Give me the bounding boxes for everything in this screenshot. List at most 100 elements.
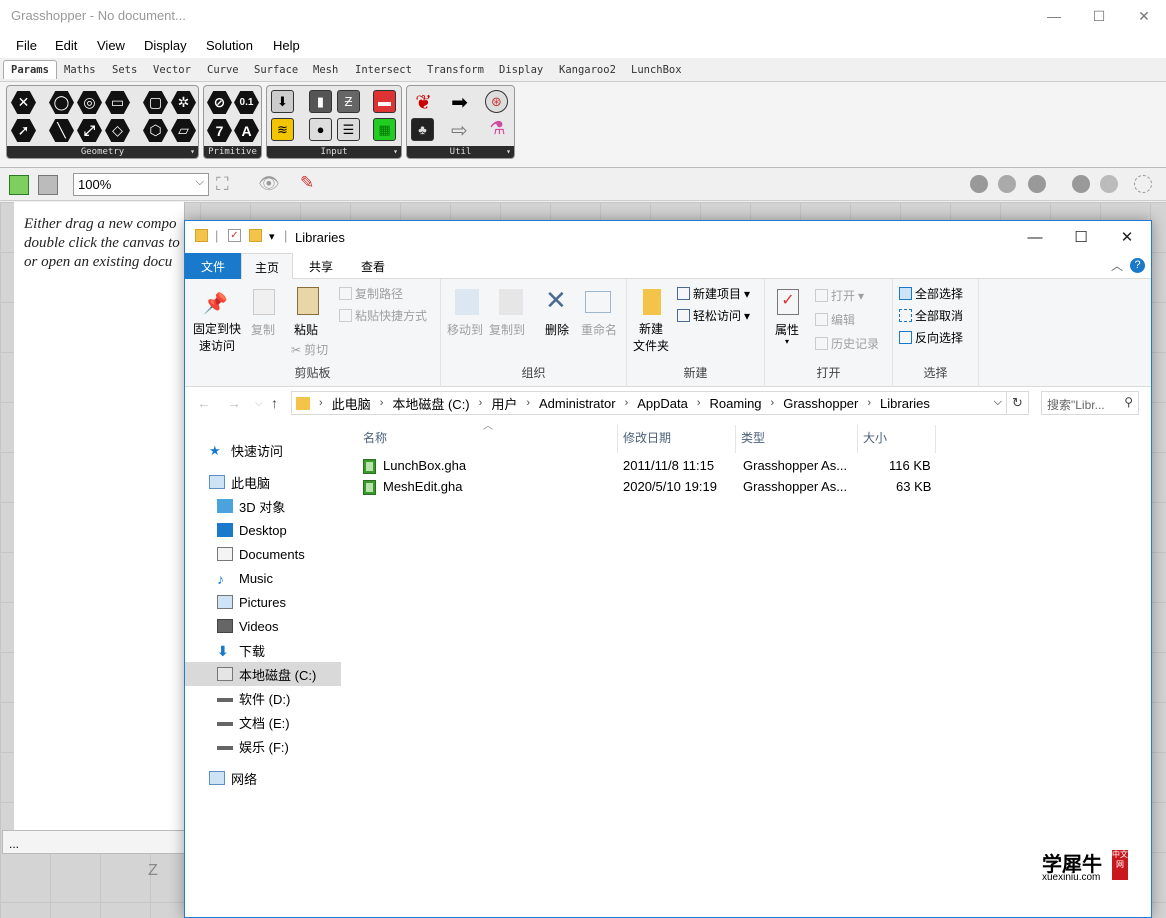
up-button[interactable]: ↑ — [271, 395, 278, 411]
nav-network[interactable]: 网络 — [209, 766, 365, 790]
select-none-button[interactable]: 全部取消 — [899, 307, 963, 324]
rectangle-param-icon[interactable]: ◇ — [105, 118, 130, 143]
mesh-param-icon[interactable]: ✲ — [171, 90, 196, 115]
menu-display[interactable]: Display — [144, 38, 187, 53]
column-date-modified[interactable]: 修改日期 — [623, 427, 671, 453]
boolean-param-icon[interactable]: ⊘ — [207, 90, 232, 115]
nav-local-disk-c[interactable]: 本地磁盘 (C:) — [185, 662, 341, 686]
recent-locations-button[interactable]: ⌵ — [255, 398, 263, 409]
nav-drive-e[interactable]: 文档 (E:) — [217, 710, 373, 734]
explorer-maximize-button[interactable]: ☐ — [1058, 221, 1104, 253]
menu-view[interactable]: View — [97, 38, 125, 53]
tab-home[interactable]: 主页 — [241, 253, 293, 279]
save-icon[interactable] — [38, 175, 58, 195]
preview-eye-icon[interactable]: 👁 — [258, 174, 280, 194]
menu-file[interactable]: File — [16, 38, 37, 53]
zoom-extents-icon[interactable]: ⛶ — [216, 174, 229, 195]
display-settings-icon[interactable] — [1134, 175, 1152, 193]
nav-quick-access[interactable]: ★ 快速访问 — [209, 438, 365, 462]
text-param-icon[interactable]: A — [234, 118, 259, 143]
fractal-tree-icon[interactable]: ♣ — [411, 118, 436, 143]
nav-pictures[interactable]: Pictures — [217, 590, 373, 614]
crumb-roaming[interactable]: Roaming — [710, 396, 762, 411]
rename-button[interactable]: 重命名 — [581, 321, 617, 338]
column-name[interactable]: 名称 — [363, 427, 387, 453]
delete-button[interactable]: 删除 — [545, 321, 569, 338]
search-input[interactable]: 搜索"Libr... ⚲ — [1041, 391, 1139, 415]
cherry-picker-icon[interactable]: ❦ — [411, 90, 436, 115]
tab-sets[interactable]: Sets — [112, 64, 137, 76]
group-geometry-label[interactable]: Geometry ▾ — [7, 146, 198, 158]
list-icon[interactable]: ☰ — [337, 118, 362, 143]
nav-desktop[interactable]: Desktop — [217, 518, 373, 542]
circle-param-icon[interactable]: ◯ — [49, 90, 74, 115]
graph-mapper-icon[interactable]: ≋ — [271, 118, 296, 143]
crumb-appdata[interactable]: AppData — [637, 396, 688, 411]
nav-documents[interactable]: Documents — [217, 542, 373, 566]
nav-music[interactable]: ♪ Music — [217, 566, 373, 590]
new-folder-button[interactable]: 新建 文件夹 — [633, 321, 669, 355]
select-all-button[interactable]: 全部选择 — [899, 285, 963, 302]
properties-button[interactable]: 属性 — [775, 321, 799, 338]
refresh-button[interactable]: ↻ — [1007, 391, 1029, 415]
paste-shortcut-button[interactable]: 粘贴快捷方式 — [339, 307, 427, 324]
preview-wire-icon[interactable] — [970, 175, 988, 193]
box-param-icon[interactable]: ▢ — [143, 90, 168, 115]
gradient-icon[interactable]: ▦ — [373, 118, 398, 143]
nav-drive-f[interactable]: 娱乐 (F:) — [217, 734, 373, 758]
value-list-icon[interactable]: ▬ — [373, 90, 398, 115]
flask-icon[interactable]: ⚗ — [485, 118, 510, 143]
preview-selected-icon[interactable] — [1028, 175, 1046, 193]
group-primitive-label[interactable]: Primitive — [204, 146, 261, 158]
pin-quick-access-button[interactable]: 固定到快 速访问 — [191, 321, 243, 355]
crumb-local-disk-c[interactable]: 本地磁盘 (C:) — [392, 394, 469, 413]
nav-videos[interactable]: Videos — [217, 614, 373, 638]
toggle-icon[interactable]: ▮ — [309, 90, 334, 115]
forward-button[interactable]: → — [227, 395, 241, 411]
brep-param-icon[interactable]: ▱ — [171, 118, 196, 143]
tab-intersect[interactable]: Intersect — [355, 64, 412, 76]
tab-params[interactable]: Params — [3, 60, 57, 79]
cut-button[interactable]: ✂ 剪切 — [291, 341, 328, 358]
curve-param-icon[interactable]: ▭ — [105, 90, 130, 115]
tab-transform[interactable]: Transform — [427, 64, 484, 76]
plane-param-icon[interactable]: ⤢ — [77, 118, 102, 143]
move-to-button[interactable]: 移动到 — [447, 321, 483, 338]
menu-solution[interactable]: Solution — [206, 38, 253, 53]
tab-maths[interactable]: Maths — [64, 64, 96, 76]
tab-display[interactable]: Display — [499, 64, 543, 76]
sketch-pen-icon[interactable]: ✎ — [300, 173, 314, 193]
explorer-close-button[interactable]: ✕ — [1104, 221, 1150, 253]
number-param-icon[interactable]: 0.1 — [234, 90, 259, 115]
data-dam-icon[interactable]: ⊛ — [485, 90, 510, 115]
crumb-grasshopper[interactable]: Grasshopper — [783, 396, 858, 411]
zoom-select[interactable]: 100% ⌵ — [73, 173, 209, 196]
new-folder-quick-icon[interactable] — [249, 229, 262, 242]
group-input-label[interactable]: Input ▾ — [267, 146, 401, 158]
file-row[interactable]: LunchBox.gha 2011/11/8 11:15 Grasshopper… — [355, 456, 955, 477]
gh-maximize-button[interactable]: ☐ — [1076, 0, 1122, 32]
tab-surface[interactable]: Surface — [254, 64, 298, 76]
invert-selection-button[interactable]: 反向选择 — [899, 329, 963, 346]
nav-3d-objects[interactable]: 3D 对象 — [217, 494, 373, 518]
crumb-libraries[interactable]: Libraries — [880, 396, 930, 411]
help-icon[interactable]: ? — [1130, 258, 1145, 273]
column-type[interactable]: 类型 — [741, 427, 765, 453]
crumb-administrator[interactable]: Administrator — [539, 396, 616, 411]
address-bar[interactable]: › 此电脑 › 本地磁盘 (C:) › 用户 › Administrator › App… — [291, 391, 1007, 415]
sphere-preview-icon[interactable] — [1100, 175, 1118, 193]
properties-dropdown-icon[interactable]: ▾ — [785, 337, 789, 346]
collapse-ribbon-icon[interactable]: ︿ — [1111, 257, 1123, 274]
integer-param-icon[interactable]: 7 — [207, 118, 232, 143]
menu-edit[interactable]: Edit — [55, 38, 77, 53]
tab-lunchbox[interactable]: LunchBox — [631, 64, 682, 76]
explorer-minimize-button[interactable]: — — [1012, 221, 1058, 253]
tab-vector[interactable]: Vector — [153, 64, 191, 76]
slider-icon[interactable]: Ƶ — [337, 90, 362, 115]
address-dropdown-icon[interactable]: ⌵ — [994, 396, 1002, 409]
nav-downloads[interactable]: ⬇ 下载 — [217, 638, 373, 662]
geometry-param-icon[interactable]: ✕ — [11, 90, 36, 115]
tab-share[interactable]: 共享 — [297, 253, 345, 279]
file-row[interactable]: MeshEdit.gha 2020/5/10 19:19 Grasshopper… — [355, 477, 955, 498]
back-button[interactable]: ← — [197, 395, 211, 411]
